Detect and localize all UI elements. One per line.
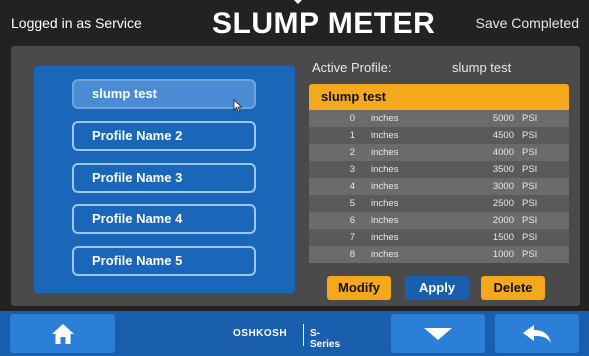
table-row: 3 inches 3500 PSI (309, 161, 569, 178)
depth-value: 1 (349, 130, 355, 141)
depth-value: 8 (349, 249, 355, 260)
page-title: SLUMP METER (212, 7, 436, 40)
scroll-down-button[interactable] (391, 314, 485, 353)
pressure-value: 5000 (492, 113, 514, 124)
footer-nav: OSHKOSH S-Series (0, 311, 589, 356)
active-profile-label: Active Profile: (312, 60, 392, 75)
pressure-unit: PSI (522, 113, 538, 124)
depth-value: 4 (349, 181, 355, 192)
mouse-cursor-icon (233, 99, 243, 113)
pressure-unit: PSI (522, 249, 538, 260)
chevron-down-icon (424, 327, 452, 340)
profile-item-4[interactable]: Profile Name 4 (72, 204, 256, 234)
table-row: 7 inches 1500 PSI (309, 229, 569, 246)
table-row: 5 inches 2500 PSI (309, 195, 569, 212)
depth-unit: inches (371, 232, 399, 243)
pressure-value: 1500 (492, 232, 514, 243)
pressure-value: 4500 (492, 130, 514, 141)
pressure-value: 1000 (492, 249, 514, 260)
pressure-unit: PSI (522, 181, 538, 192)
home-button[interactable] (10, 314, 115, 353)
depth-unit: inches (371, 198, 399, 209)
profile-item-label: Profile Name 3 (92, 170, 183, 185)
profile-table: slump test 0 inches 5000 PSI 1 inches 45… (309, 84, 569, 267)
profile-item-label: Profile Name 2 (92, 128, 183, 143)
table-row: 6 inches 2000 PSI (309, 212, 569, 229)
oshkosh-logo: OSHKOSH (233, 328, 288, 339)
series-label: S-Series (310, 328, 341, 350)
pressure-value: 2000 (492, 215, 514, 226)
delete-button[interactable]: Delete (481, 276, 545, 300)
logged-in-status: Logged in as Service (11, 15, 142, 31)
depth-value: 3 (349, 164, 355, 175)
home-icon (51, 323, 74, 344)
profile-list: slump test Profile Name 2 Profile Name 3… (34, 66, 295, 293)
profile-table-title: slump test (309, 84, 569, 110)
pressure-value: 3000 (492, 181, 514, 192)
table-row: 0 inches 5000 PSI (309, 110, 569, 127)
pressure-unit: PSI (522, 215, 538, 226)
profile-item-label: slump test (92, 86, 158, 101)
depth-value: 5 (349, 198, 355, 209)
depth-unit: inches (371, 147, 399, 158)
depth-unit: inches (371, 215, 399, 226)
header: Logged in as Service SLUMP METER Save Co… (0, 0, 589, 46)
profile-item-5[interactable]: Profile Name 5 (72, 246, 256, 276)
pressure-value: 3500 (492, 164, 514, 175)
depth-value: 7 (349, 232, 355, 243)
pressure-unit: PSI (522, 130, 538, 141)
brand-divider (303, 324, 304, 346)
depth-unit: inches (371, 130, 399, 141)
depth-unit: inches (371, 164, 399, 175)
pressure-value: 2500 (492, 198, 514, 209)
save-status: Save Completed (475, 15, 579, 31)
depth-unit: inches (371, 113, 399, 124)
pressure-value: 4000 (492, 147, 514, 158)
depth-value: 6 (349, 215, 355, 226)
active-profile-value: slump test (452, 60, 512, 75)
table-row: 8 inches 1000 PSI (309, 246, 569, 263)
table-row: 2 inches 4000 PSI (309, 144, 569, 161)
back-arrow-icon (523, 324, 551, 343)
depth-value: 2 (349, 147, 355, 158)
table-row: 4 inches 3000 PSI (309, 178, 569, 195)
apply-button[interactable]: Apply (405, 276, 469, 300)
slump-meter-screen: Logged in as Service SLUMP METER Save Co… (0, 0, 589, 356)
pressure-unit: PSI (522, 232, 538, 243)
depth-value: 0 (349, 113, 355, 124)
profile-item-label: Profile Name 4 (92, 211, 183, 226)
pressure-unit: PSI (522, 198, 538, 209)
profile-item-2[interactable]: Profile Name 2 (72, 121, 256, 151)
table-row: 1 inches 4500 PSI (309, 127, 569, 144)
profile-item-slump-test[interactable]: slump test (72, 79, 256, 109)
main-panel: slump test Profile Name 2 Profile Name 3… (11, 46, 580, 306)
top-notch-indicator (290, 0, 306, 4)
modify-button[interactable]: Modify (327, 276, 391, 300)
profile-item-label: Profile Name 5 (92, 253, 183, 268)
pressure-unit: PSI (522, 164, 538, 175)
back-button[interactable] (495, 314, 579, 353)
depth-unit: inches (371, 249, 399, 260)
pressure-unit: PSI (522, 147, 538, 158)
depth-unit: inches (371, 181, 399, 192)
profile-item-3[interactable]: Profile Name 3 (72, 163, 256, 193)
